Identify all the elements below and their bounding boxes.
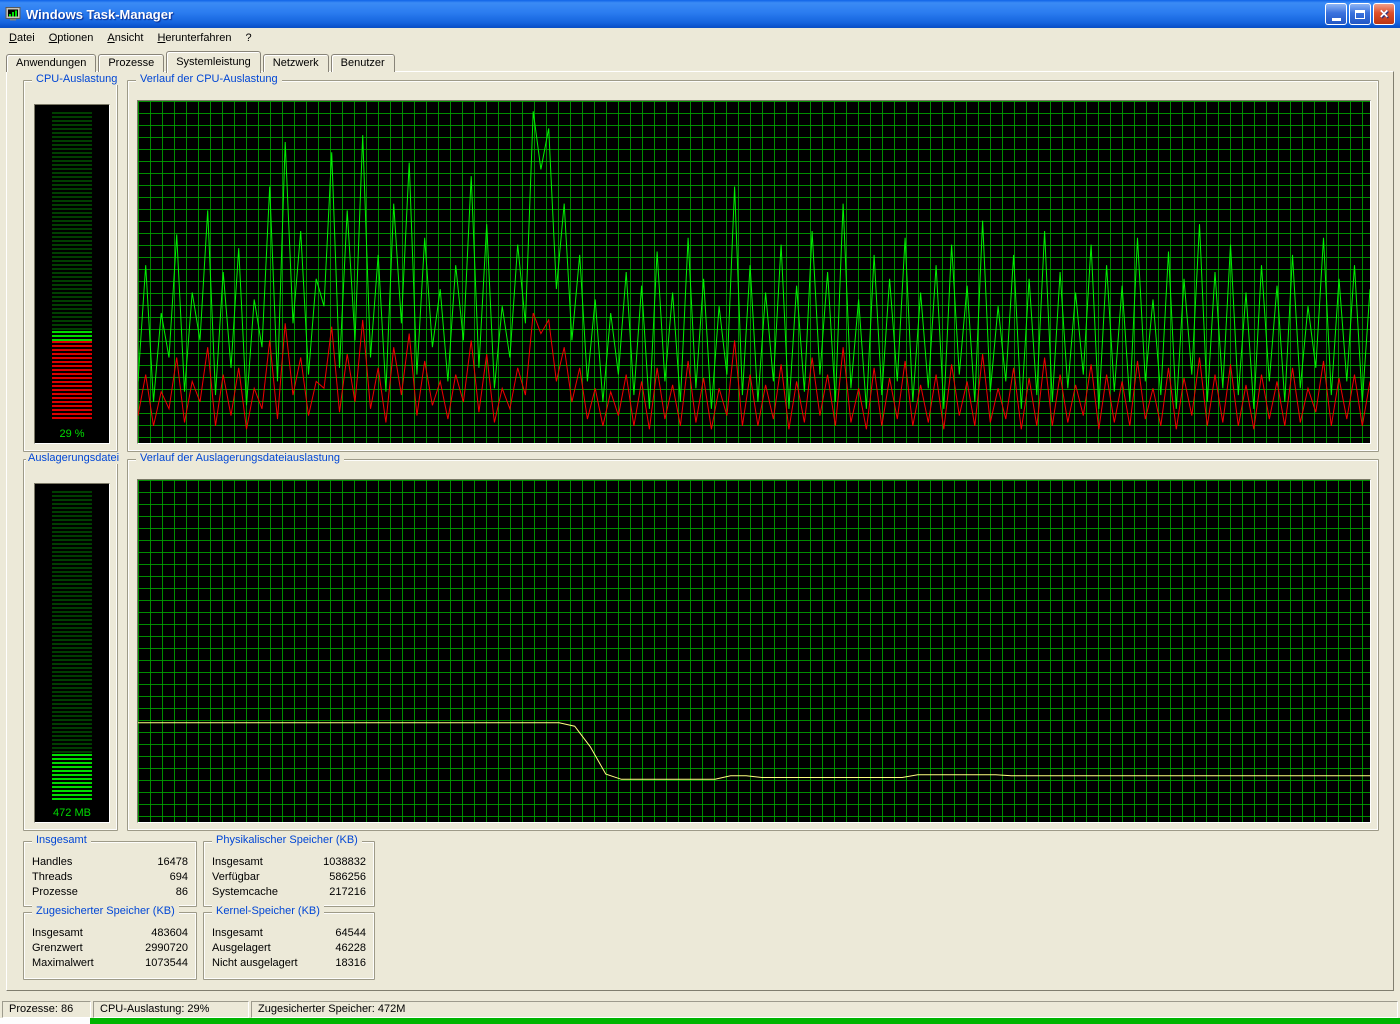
- performance-tab-panel: CPU-Auslastung 29 % Verlauf der CPU-Ausl…: [6, 71, 1394, 991]
- stat-label: Insgesamt: [212, 926, 263, 941]
- cpu-history-chart: [137, 100, 1371, 444]
- minimize-icon: [1332, 18, 1341, 21]
- stat-row: Insgesamt 1038832: [212, 855, 366, 870]
- stat-value: 217216: [329, 885, 366, 900]
- menu-item-herunterfahren[interactable]: Herunterfahren: [150, 30, 238, 46]
- maximize-button[interactable]: [1349, 3, 1371, 25]
- pagefile-history-chart: [137, 479, 1371, 823]
- menu-item-optionen[interactable]: Optionen: [42, 30, 101, 46]
- stat-value: 86: [176, 885, 188, 900]
- stat-value: 586256: [329, 870, 366, 885]
- tab-benutzer[interactable]: Benutzer: [331, 54, 395, 72]
- stat-row: Insgesamt 483604: [32, 926, 188, 941]
- status-processes: Prozesse: 86: [2, 1001, 91, 1018]
- stat-value: 483604: [151, 926, 188, 941]
- stat-label: Grenzwert: [32, 941, 83, 956]
- commit-charge-group: Zugesicherter Speicher (KB) Insgesamt483…: [23, 912, 197, 980]
- stat-value: 46228: [335, 941, 366, 956]
- stat-row: Ausgelagert 46228: [212, 941, 366, 956]
- cpu-gauge-caption: CPU-Auslastung: [32, 73, 121, 85]
- tab-prozesse[interactable]: Prozesse: [98, 54, 164, 72]
- stat-label: Handles: [32, 855, 72, 870]
- stat-label: Threads: [32, 870, 72, 885]
- physical-memory-group: Physikalischer Speicher (KB) Insgesamt10…: [203, 841, 375, 907]
- tab-strip: AnwendungenProzesseSystemleistungNetzwer…: [6, 50, 397, 72]
- menu-item-hilfe[interactable]: ?: [238, 30, 258, 46]
- stat-label: Insgesamt: [32, 926, 83, 941]
- desktop-strip-green: [90, 1018, 1400, 1024]
- minimize-button[interactable]: [1325, 3, 1347, 25]
- pagefile-gauge-caption: Auslagerungsdatei: [26, 452, 121, 464]
- statusbar: Prozesse: 86 CPU-Auslastung: 29% Zugesic…: [2, 1001, 1398, 1018]
- desktop-strip: [0, 1018, 1400, 1024]
- stat-value: 64544: [335, 926, 366, 941]
- status-commit-charge: Zugesicherter Speicher: 472M: [251, 1001, 1398, 1018]
- app-icon: [5, 6, 21, 22]
- tab-systemleistung[interactable]: Systemleistung: [166, 51, 261, 73]
- commit-charge-caption: Zugesicherter Speicher (KB): [32, 905, 179, 917]
- cpu-gauge-group: CPU-Auslastung 29 %: [23, 80, 118, 452]
- pagefile-history-group: Verlauf der Auslagerungsdateiauslastung: [127, 459, 1379, 831]
- cpu-gauge: [52, 112, 92, 421]
- window-title: Windows Task-Manager: [26, 7, 173, 22]
- stat-value: 16478: [157, 855, 188, 870]
- close-icon: ✕: [1379, 8, 1389, 20]
- status-cpu-usage: CPU-Auslastung: 29%: [93, 1001, 249, 1018]
- kernel-memory-caption: Kernel-Speicher (KB): [212, 905, 324, 917]
- stat-label: Ausgelagert: [212, 941, 271, 956]
- stat-value: 694: [170, 870, 188, 885]
- stat-row: Handles 16478: [32, 855, 188, 870]
- stat-row: Verfügbar 586256: [212, 870, 366, 885]
- stat-value: 2990720: [145, 941, 188, 956]
- stat-row: Nicht ausgelagert 18316: [212, 956, 366, 971]
- stat-row: Prozesse 86: [32, 885, 188, 900]
- stat-row: Grenzwert 2990720: [32, 941, 188, 956]
- cpu-history-group: Verlauf der CPU-Auslastung: [127, 80, 1379, 452]
- pagefile-history-caption: Verlauf der Auslagerungsdateiauslastung: [136, 452, 344, 464]
- stat-label: Insgesamt: [212, 855, 263, 870]
- pagefile-gauge-value: 472 MB: [35, 807, 109, 819]
- totals-caption: Insgesamt: [32, 834, 91, 846]
- cpu-gauge-value: 29 %: [35, 428, 109, 440]
- desktop-strip-white: [0, 1018, 90, 1024]
- menu-item-datei[interactable]: Datei: [2, 30, 42, 46]
- stat-label: Nicht ausgelagert: [212, 956, 298, 971]
- stat-value: 1038832: [323, 855, 366, 870]
- stat-row: Systemcache 217216: [212, 885, 366, 900]
- cpu-history-caption: Verlauf der CPU-Auslastung: [136, 73, 282, 85]
- kernel-memory-group: Kernel-Speicher (KB) Insgesamt64544 Ausg…: [203, 912, 375, 980]
- cpu-gauge-panel: 29 %: [34, 104, 110, 444]
- stat-row: Maximalwert 1073544: [32, 956, 188, 971]
- stat-value: 18316: [335, 956, 366, 971]
- maximize-icon: [1355, 10, 1365, 19]
- tab-netzwerk[interactable]: Netzwerk: [263, 54, 329, 72]
- tab-anwendungen[interactable]: Anwendungen: [6, 54, 96, 72]
- pagefile-gauge-panel: 472 MB: [34, 483, 110, 823]
- stat-row: Insgesamt 64544: [212, 926, 366, 941]
- pagefile-gauge: [52, 491, 92, 800]
- stat-value: 1073544: [145, 956, 188, 971]
- totals-group: Insgesamt Handles16478 Threads694 Prozes…: [23, 841, 197, 907]
- stat-label: Verfügbar: [212, 870, 260, 885]
- physical-memory-caption: Physikalischer Speicher (KB): [212, 834, 362, 846]
- stat-label: Maximalwert: [32, 956, 94, 971]
- stat-row: Threads 694: [32, 870, 188, 885]
- pagefile-gauge-group: Auslagerungsdatei 472 MB: [23, 459, 118, 831]
- stat-label: Prozesse: [32, 885, 78, 900]
- close-button[interactable]: ✕: [1373, 3, 1395, 25]
- menu-item-ansicht[interactable]: Ansicht: [100, 30, 150, 46]
- stat-label: Systemcache: [212, 885, 278, 900]
- menubar: DateiOptionenAnsichtHerunterfahren?: [0, 28, 1400, 47]
- window-titlebar: Windows Task-Manager ✕: [0, 0, 1400, 28]
